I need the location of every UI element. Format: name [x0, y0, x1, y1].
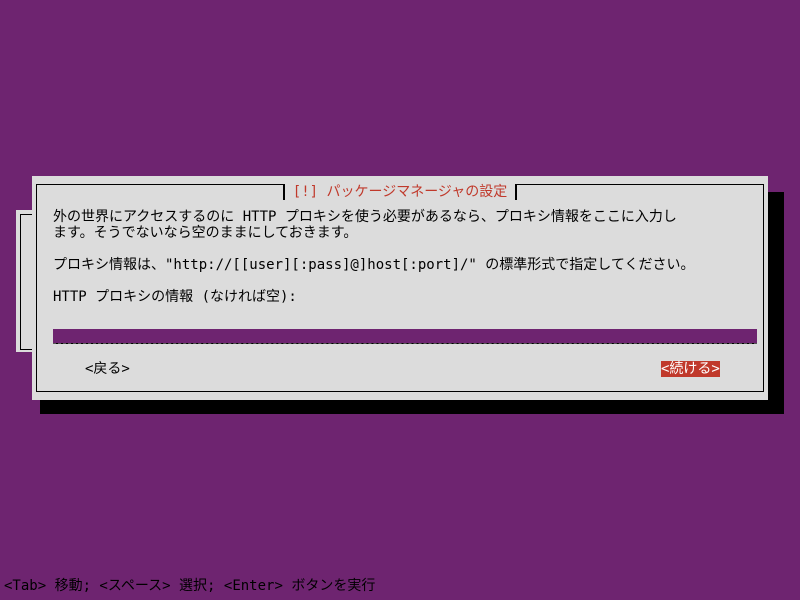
- field-label: HTTP プロキシの情報 (なければ空):: [53, 289, 297, 305]
- description-line-1: 外の世界にアクセスするのに HTTP プロキシを使う必要があるなら、プロキシ情報…: [53, 209, 677, 225]
- continue-button[interactable]: <続ける>: [661, 361, 720, 377]
- back-button[interactable]: <戻る>: [85, 361, 130, 377]
- format-hint: プロキシ情報は、"http://[[user][:pass]@]host[:po…: [53, 257, 695, 273]
- status-bar: <Tab> 移動; <スペース> 選択; <Enter> ボタンを実行: [4, 578, 376, 594]
- dialog-title: [!] パッケージマネージャの設定: [37, 184, 763, 200]
- dialog-frame: [!] パッケージマネージャの設定 外の世界にアクセスするのに HTTP プロキ…: [36, 184, 764, 392]
- proxy-input-underline: [53, 342, 757, 344]
- dialog-title-text: [!] パッケージマネージャの設定: [282, 184, 518, 200]
- description-line-2: ます。そうでないなら空のままにしておきます。: [53, 225, 358, 241]
- proxy-dialog: [!] パッケージマネージャの設定 外の世界にアクセスするのに HTTP プロキ…: [32, 176, 768, 400]
